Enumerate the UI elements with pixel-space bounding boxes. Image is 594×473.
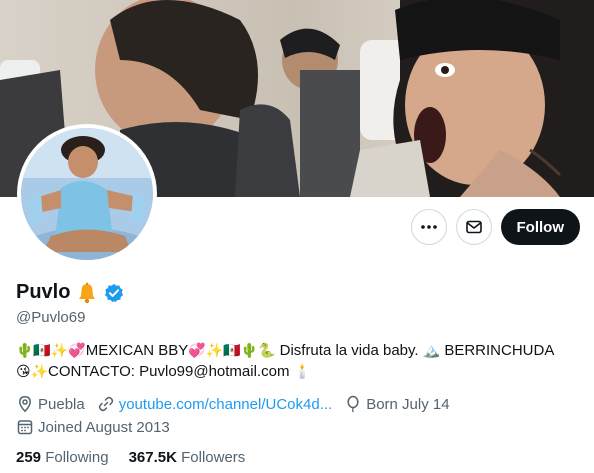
- bio-text: BERRINCHUDA: [440, 342, 555, 359]
- bio-emoji: 🏔️: [422, 342, 441, 358]
- link-icon: [98, 396, 113, 412]
- mail-icon: [465, 220, 482, 234]
- bio-emoji: 😘✨: [16, 363, 49, 379]
- profile-meta: Puebla youtube.com/channel/UCok4d... Bor…: [16, 393, 582, 439]
- followers-count: 367.5K: [128, 449, 177, 466]
- profile-name-row: Puvlo: [16, 281, 124, 304]
- birthday-text: Born July 14: [366, 395, 450, 413]
- message-button[interactable]: [455, 209, 492, 245]
- followers-label: Followers: [181, 449, 246, 466]
- profile-actions: Follow: [410, 209, 580, 245]
- display-name: Puvlo: [16, 281, 71, 303]
- following-count: 259: [16, 449, 42, 466]
- bio-emoji: 💞✨🇲🇽🌵🐍: [188, 342, 276, 358]
- bio-emoji: 🕯️: [293, 363, 312, 379]
- profile-avatar[interactable]: [17, 124, 157, 264]
- joined-item: Joined August 2013: [16, 418, 170, 436]
- website-link[interactable]: youtube.com/channel/UCok4d...: [119, 396, 332, 413]
- bio-emoji: 🌵🇲🇽✨💞: [16, 342, 86, 358]
- more-button[interactable]: [410, 209, 447, 245]
- following-link[interactable]: 259 Following: [16, 449, 109, 466]
- bio-text: MEXICAN BBY: [85, 342, 189, 359]
- user-handle: @Puvlo69: [16, 309, 86, 326]
- joined-text: Joined August 2013: [38, 418, 170, 436]
- followers-link[interactable]: 367.5K Followers: [129, 449, 246, 466]
- calendar-icon: [17, 420, 33, 435]
- balloon-icon: [347, 395, 359, 413]
- bio-text: Disfruta la vida baby.: [275, 342, 423, 359]
- follow-button[interactable]: Follow: [500, 209, 580, 245]
- verified-badge-icon[interactable]: [104, 283, 124, 303]
- birthday-item: Born July 14: [344, 395, 450, 413]
- bio-contact: CONTACTO: Puvlo99@hotmail.com: [48, 363, 294, 380]
- avatar-photo: [21, 128, 153, 260]
- bell-icon: [79, 282, 96, 303]
- website-item[interactable]: youtube.com/channel/UCok4d...: [97, 395, 332, 413]
- bio-line-1: 🌵🇲🇽✨💞MEXICAN BBY💞✨🇲🇽🌵🐍 Disfruta la vida …: [16, 340, 582, 361]
- profile-bio: 🌵🇲🇽✨💞MEXICAN BBY💞✨🇲🇽🌵🐍 Disfruta la vida …: [16, 340, 582, 382]
- follow-stats: 259 Following 367.5K Followers: [16, 449, 245, 466]
- more-horizontal-icon: [420, 225, 437, 229]
- location-pin-icon: [19, 396, 31, 413]
- location-text: Puebla: [38, 395, 85, 413]
- bio-line-2: 😘✨CONTACTO: Puvlo99@hotmail.com 🕯️: [16, 361, 582, 382]
- location-item: Puebla: [16, 395, 85, 413]
- following-label: Following: [45, 449, 109, 466]
